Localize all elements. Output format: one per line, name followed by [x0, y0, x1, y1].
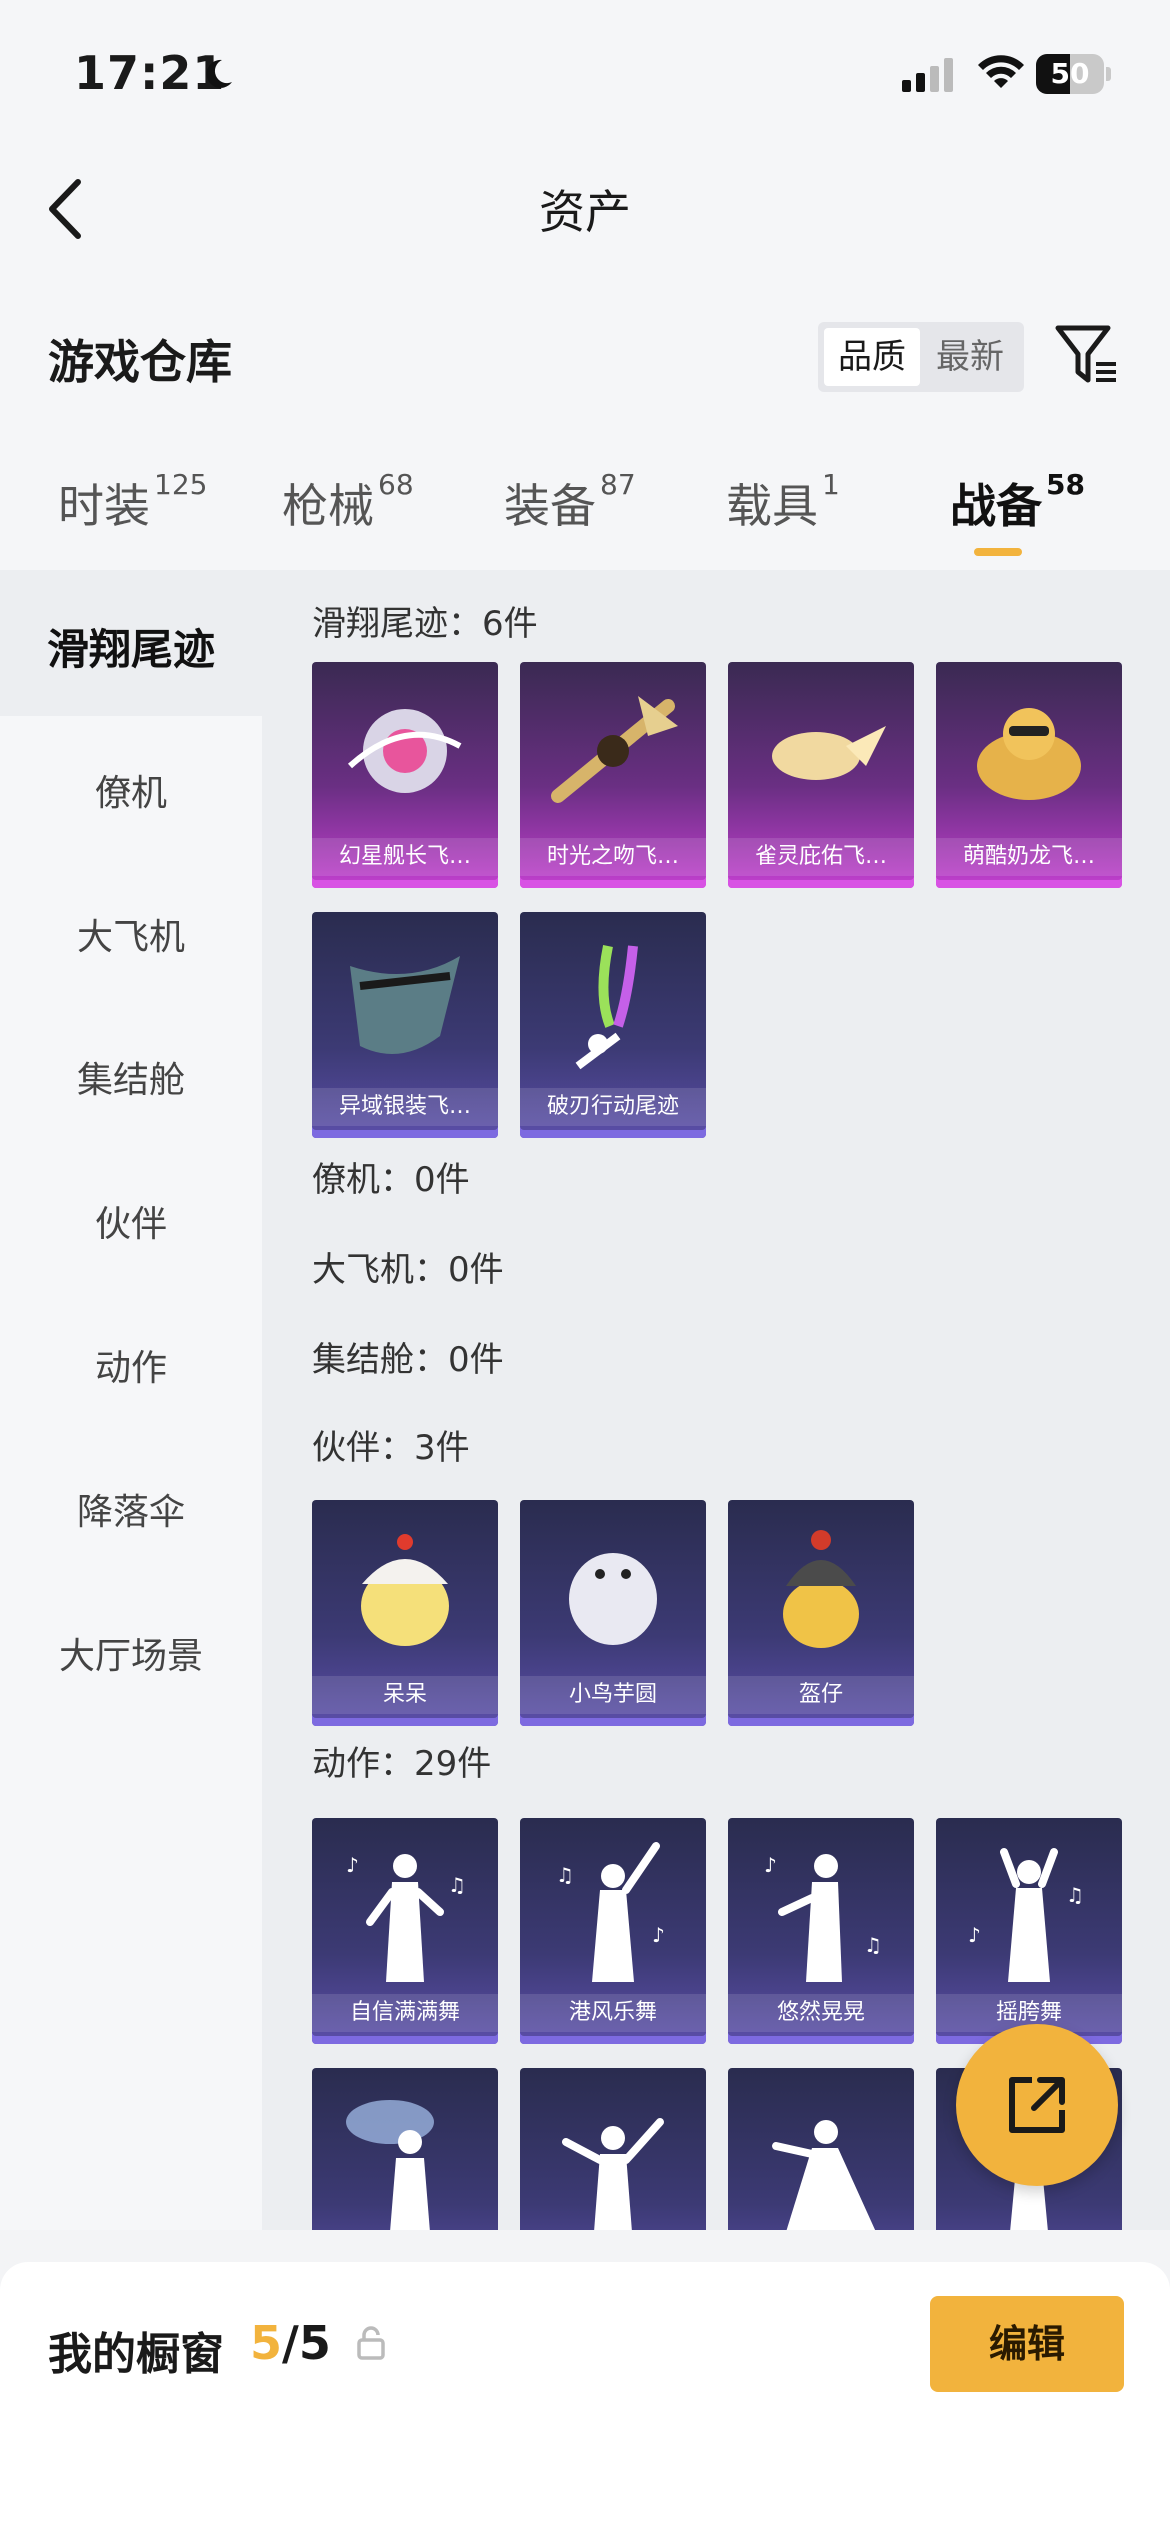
trail-item-image	[347, 709, 462, 793]
item-name: 盔仔	[728, 1676, 914, 1714]
sidebar: 滑翔尾迹 僚机 大飞机 集结舱 伙伴 动作 降落伞 大厅场景	[0, 570, 262, 2230]
emote-item-image: ♫♪	[968, 1848, 1084, 1982]
tab-vehicles[interactable]: 载具 1	[726, 468, 840, 536]
showcase-label: 我的橱窗	[48, 2329, 224, 2380]
emote-item-image	[346, 2100, 434, 2230]
group-label-emote: 动作：29件	[312, 1744, 492, 1784]
svg-text:♫: ♫	[1066, 1883, 1084, 1907]
moon-icon	[206, 59, 232, 88]
group-label-partner: 伙伴：3件	[312, 1428, 470, 1468]
group-label-wingman: 僚机：0件	[312, 1160, 470, 1200]
emote-item-image	[562, 2118, 664, 2230]
emote-item-image	[772, 2120, 876, 2230]
item-name: 萌酷奶龙飞…	[936, 838, 1122, 876]
item-card[interactable]: ♫ ♪ 港风乐舞	[520, 1818, 706, 2044]
item-name: 异域银装飞…	[312, 1088, 498, 1126]
sort-newest-button[interactable]: 最新	[922, 328, 1018, 386]
item-name: 自信满满舞	[312, 1994, 498, 2032]
item-card[interactable]	[520, 2068, 706, 2230]
warehouse-title: 游戏仓库	[48, 335, 232, 389]
edit-button[interactable]: 编辑	[930, 2296, 1124, 2392]
sidebar-item-partner[interactable]: 伙伴	[0, 1195, 262, 1247]
lock-icon	[357, 2326, 385, 2360]
item-name: 港风乐舞	[520, 1994, 706, 2032]
sort-quality-button[interactable]: 品质	[824, 328, 920, 386]
svg-text:♫: ♫	[556, 1863, 574, 1887]
group-label-pod: 集结舱：0件	[312, 1340, 504, 1380]
item-card[interactable]	[728, 2068, 914, 2230]
item-name: 破刃行动尾迹	[520, 1088, 706, 1126]
emote-item-image: ♪♫	[764, 1853, 882, 1982]
sidebar-item-wingman[interactable]: 僚机	[0, 764, 262, 816]
share-icon	[1009, 2077, 1065, 2133]
tab-fashion[interactable]: 时装 125	[58, 468, 207, 536]
item-card[interactable]: 异域银装飞…	[312, 912, 498, 1138]
item-name: 呆呆	[312, 1676, 498, 1714]
item-card[interactable]	[312, 2068, 498, 2230]
trail-item-image	[551, 696, 678, 803]
svg-text:♫: ♫	[448, 1873, 466, 1897]
sidebar-item-emote[interactable]: 动作	[0, 1339, 262, 1391]
partner-item-image	[783, 1530, 859, 1648]
trail-item-image	[350, 956, 460, 1054]
tab-guns[interactable]: 枪械 68	[282, 468, 414, 536]
status-bar: 17:21 50	[0, 0, 1170, 150]
item-card[interactable]: 破刃行动尾迹	[520, 912, 706, 1138]
item-name: 幻星舰长飞…	[312, 838, 498, 876]
active-tab-indicator	[974, 548, 1022, 556]
trail-item-image	[575, 945, 638, 1070]
item-card[interactable]: 萌酷奶龙飞…	[936, 662, 1122, 888]
group-label-plane: 大飞机：0件	[312, 1250, 504, 1290]
sidebar-item-plane[interactable]: 大飞机	[0, 908, 262, 960]
item-name: 雀灵庇佑飞…	[728, 838, 914, 876]
svg-text:♪: ♪	[346, 1853, 359, 1877]
sidebar-item-parachute[interactable]: 降落伞	[0, 1483, 262, 1535]
item-card[interactable]: 幻星舰长飞…	[312, 662, 498, 888]
item-list: 滑翔尾迹：6件 幻星舰长飞… 时光之吻飞… 雀灵庇佑飞… 萌酷奶龙飞… 异域银装…	[262, 570, 1170, 2230]
sidebar-item-trail[interactable]: 滑翔尾迹	[0, 616, 262, 677]
svg-text:♪: ♪	[968, 1923, 981, 1947]
item-card[interactable]: ♫ ♪ 摇胯舞	[936, 1818, 1122, 2044]
item-card[interactable]: ♪ ♫ 自信满满舞	[312, 1818, 498, 2044]
emote-item-image: ♫♪	[556, 1842, 665, 1982]
emote-item-image: ♪♫	[346, 1853, 466, 1982]
share-button[interactable]	[956, 2024, 1118, 2186]
battery-level: 50	[1050, 57, 1090, 90]
nav-bar: 资产	[0, 150, 1170, 270]
showcase-footer: 我的橱窗 5/5 编辑	[0, 2262, 1170, 2532]
filter-icon[interactable]	[1054, 322, 1120, 388]
partner-item-image	[361, 1534, 449, 1646]
showcase-count: 5/5	[250, 2316, 331, 2370]
page-title: 资产	[539, 185, 631, 239]
item-card[interactable]: 呆呆	[312, 1500, 498, 1726]
battery-indicator: 50	[1036, 54, 1112, 94]
svg-text:♫: ♫	[864, 1933, 882, 1957]
item-card[interactable]: 小鸟芋圆	[520, 1500, 706, 1726]
warehouse-header: 游戏仓库 品质 最新	[0, 270, 1170, 430]
item-card[interactable]: 雀灵庇佑飞…	[728, 662, 914, 888]
partner-item-image	[569, 1553, 657, 1645]
item-card[interactable]: 盔仔	[728, 1500, 914, 1726]
item-name: 小鸟芋圆	[520, 1676, 706, 1714]
wifi-icon	[978, 55, 1024, 88]
group-label-trail: 滑翔尾迹：6件	[312, 604, 538, 644]
item-card[interactable]: ♪ ♫ 悠然晃晃	[728, 1818, 914, 2044]
svg-text:♪: ♪	[652, 1923, 665, 1947]
sidebar-item-lobby[interactable]: 大厅场景	[0, 1627, 262, 1679]
trail-item-image	[772, 726, 886, 780]
item-card[interactable]: 时光之吻飞…	[520, 662, 706, 888]
tab-equipment[interactable]: 装备 87	[504, 468, 636, 536]
item-name: 悠然晃晃	[728, 1994, 914, 2032]
tab-readiness[interactable]: 战备 58	[950, 468, 1085, 536]
item-name: 时光之吻飞…	[520, 838, 706, 876]
svg-text:♪: ♪	[764, 1853, 777, 1877]
sort-toggle: 品质 最新	[818, 322, 1024, 392]
signal-icon	[902, 58, 953, 92]
category-tabs: 时装 125 枪械 68 装备 87 载具 1 战备 58	[0, 430, 1170, 570]
sidebar-item-pod[interactable]: 集结舱	[0, 1051, 262, 1103]
trail-item-image	[977, 708, 1081, 800]
